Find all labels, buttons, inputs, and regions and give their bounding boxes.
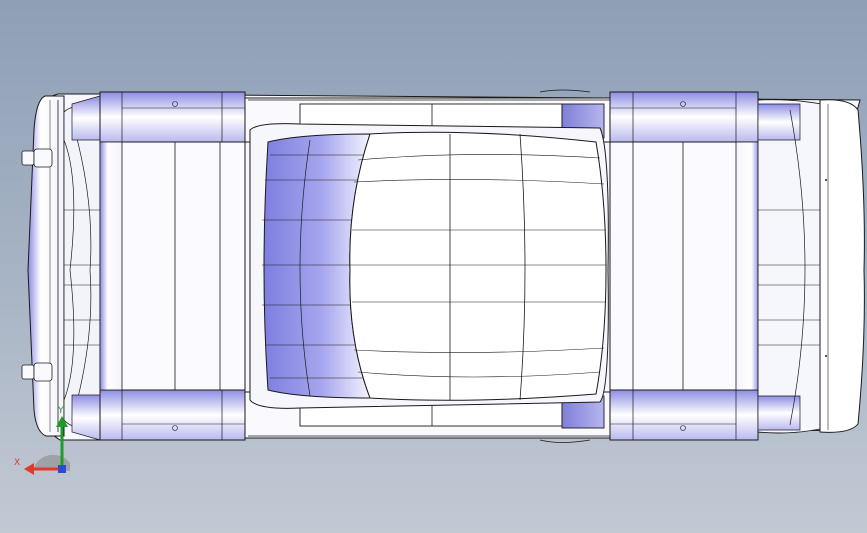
z-axis-marker — [58, 465, 66, 473]
rear-bumper — [819, 99, 865, 433]
front-bumper — [27, 95, 65, 437]
front-axle-block — [99, 91, 246, 441]
roof — [349, 131, 607, 401]
triad-y-label: Y — [57, 406, 64, 416]
car-model-top-view[interactable] — [0, 0, 867, 533]
graphics-viewport[interactable]: Y X — [0, 0, 867, 533]
rear-axle-block — [609, 91, 759, 441]
coordinate-triad: Y X — [14, 406, 70, 475]
triad-x-label: X — [14, 458, 20, 468]
left-headlight-knob-bottom — [21, 364, 35, 380]
left-headlight-knob-top — [21, 150, 35, 166]
